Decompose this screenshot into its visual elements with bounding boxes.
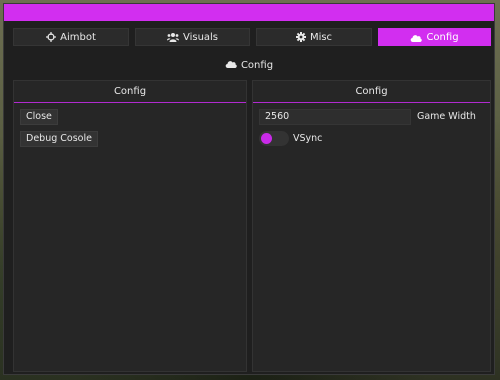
tab-aimbot-label: Aimbot <box>60 31 96 43</box>
vsync-toggle[interactable] <box>259 131 289 146</box>
tab-visuals[interactable]: Visuals <box>135 28 250 46</box>
tab-config[interactable]: Config <box>378 28 491 46</box>
section-header-label: Config <box>240 59 274 71</box>
close-button[interactable]: Close <box>20 109 58 125</box>
vsync-label: VSync <box>293 133 323 144</box>
game-width-input[interactable]: 2560 <box>259 109 411 125</box>
section-header: Config <box>4 59 494 71</box>
left-config-panel: Config Close Debug Cosole <box>13 80 247 372</box>
tab-bar: Aimbot Visuals Misc Config <box>13 28 491 46</box>
left-panel-title: Config <box>14 81 246 103</box>
tab-visuals-label: Visuals <box>182 31 219 43</box>
tab-misc[interactable]: Misc <box>256 28 372 46</box>
right-panel-title: Config <box>253 81 490 103</box>
cloud-icon <box>410 33 423 42</box>
tab-config-label: Config <box>426 31 459 43</box>
users-icon <box>166 32 179 42</box>
tab-misc-label: Misc <box>309 31 333 43</box>
game-width-label: Game Width <box>417 111 476 122</box>
cloud-icon <box>225 59 237 71</box>
tab-aimbot[interactable]: Aimbot <box>13 28 129 46</box>
crosshair-icon <box>46 32 57 42</box>
vsync-toggle-knob <box>261 133 272 144</box>
cheat-menu-window: Aimbot Visuals Misc Config Config Config… <box>3 3 495 375</box>
gear-icon <box>295 32 306 42</box>
debug-console-button[interactable]: Debug Cosole <box>20 131 98 147</box>
right-config-panel: Config 2560 Game Width VSync <box>252 80 491 372</box>
window-titlebar[interactable] <box>4 4 494 21</box>
